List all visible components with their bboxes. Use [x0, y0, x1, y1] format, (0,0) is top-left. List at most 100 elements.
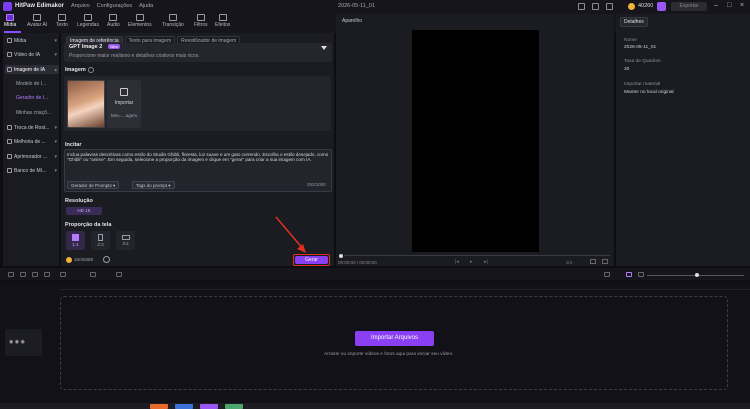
play-icon[interactable]: ▸ [470, 259, 473, 265]
landscape-ratio-icon [121, 235, 130, 240]
ratio-1-1[interactable]: 1:1 [66, 231, 85, 250]
maximize-icon[interactable]: □ [727, 2, 731, 9]
coin-icon [628, 3, 635, 10]
model-description: Proporcione maior realismo e detalhes cr… [69, 53, 200, 59]
app-name: HitPaw Edimakor [15, 3, 65, 9]
timeline-zoom-knob[interactable] [695, 273, 699, 277]
reference-image-thumbnail[interactable] [67, 80, 105, 128]
preview-time: 00:00:00 / 00:00:00 [338, 260, 377, 265]
char-count: 252/1000 [307, 182, 326, 187]
fullscreen-icon[interactable] [602, 259, 608, 264]
link-icon[interactable] [626, 272, 632, 277]
prev-frame-icon[interactable]: |◂ [455, 259, 459, 265]
audio-icon [109, 14, 118, 21]
menu-arquivo[interactable]: Arquivo [71, 3, 90, 9]
preview-playhead[interactable] [339, 254, 343, 258]
frame-icon[interactable] [116, 272, 122, 277]
framerate-label: Taxa de Quadros [624, 59, 661, 64]
preview-zoom[interactable]: 3/4 [566, 260, 572, 265]
name-value: 2026-05-11_01 [624, 45, 657, 50]
refresh-icon[interactable] [103, 256, 110, 263]
nav-aprimorador[interactable]: Aprimorador ... ▾ [5, 152, 59, 161]
redo-icon[interactable] [20, 272, 26, 277]
filters-icon [196, 14, 205, 21]
info-icon[interactable] [88, 67, 94, 73]
import-material-value[interactable]: Manter no local original [624, 90, 674, 95]
menu-configuracoes[interactable]: Configurações [97, 3, 132, 9]
export-button[interactable]: Exportar [671, 2, 707, 11]
library-icon [7, 168, 12, 173]
import-files-button[interactable]: Importar Arquivos [355, 331, 434, 346]
tool-filtros[interactable]: Filtros [194, 14, 208, 28]
prompt-text[interactable]: Inclua palavras descritivas como estilo … [67, 152, 329, 163]
ratio-label: Proporção da tela [65, 222, 112, 228]
nav-sub-modelo[interactable]: Modelo de I... [16, 81, 46, 87]
taskbar-app-icon[interactable] [225, 404, 243, 409]
tool-efeitos[interactable]: Efeitos [215, 14, 230, 28]
chevron-down-icon: ▾ [54, 167, 57, 174]
enhance-icon [7, 139, 12, 144]
ratio-3-2[interactable]: 3:2 [116, 231, 135, 250]
nav-sub-criacoes[interactable]: Minhas criaçõ... [16, 110, 51, 116]
nav-banco-midia[interactable]: Banco de Mí... ▾ [5, 166, 59, 175]
portrait-ratio-icon [98, 234, 103, 241]
video-ai-icon [7, 52, 12, 57]
chevron-down-icon: ▾ [54, 124, 57, 131]
track-controls-icon[interactable]: ◉ ◉ ◉ [9, 339, 25, 345]
nav-midia[interactable]: Mídia ▾ [5, 36, 59, 45]
monitor-icon[interactable] [578, 3, 585, 10]
taskbar-app-icon[interactable] [200, 404, 218, 409]
resolution-label: Resolução [65, 198, 93, 204]
nav-imagem-ia[interactable]: Imagem de IA ▴ [5, 65, 59, 74]
tool-legendas[interactable]: Legendas [77, 14, 99, 28]
next-frame-icon[interactable]: ▸| [484, 259, 488, 265]
zoom-out-icon[interactable] [638, 272, 644, 277]
ratio-2-3[interactable]: 2:3 [91, 231, 110, 250]
tool-audio[interactable]: Áudio [107, 14, 120, 28]
taskbar-app-icon[interactable] [175, 404, 193, 409]
menu-ajuda[interactable]: Ajuda [139, 3, 153, 9]
minimize-icon[interactable]: – [714, 2, 718, 9]
tool-texto[interactable]: Texto [56, 14, 68, 28]
cut-icon[interactable] [60, 272, 66, 277]
prompt-generator-button[interactable]: Gerador de Prompts ▾ [67, 181, 120, 189]
project-title: 2026-05-11_01 [338, 3, 375, 9]
undo-icon[interactable] [8, 272, 14, 277]
tool-elementos[interactable]: Elementos [128, 14, 152, 28]
nav-melhoria[interactable]: Melhoria de ... ▾ [5, 137, 59, 146]
upscale-icon [7, 154, 12, 159]
prompt-tags-button[interactable]: Tags do prompt ▾ [132, 181, 175, 189]
screenshot-icon[interactable] [590, 259, 596, 264]
credit-cost: 10/40260 [74, 257, 94, 262]
nav-sub-gerador[interactable]: Gerador de I... [16, 95, 48, 101]
tool-transicao[interactable]: Transição [162, 14, 184, 28]
timeline-ruler[interactable] [60, 282, 750, 290]
media-icon [6, 14, 15, 21]
preview-progress-track[interactable] [344, 255, 610, 256]
resolution-option[interactable]: HD 1K [66, 207, 102, 215]
import-material-label: Importar material [624, 82, 661, 87]
nav-troca-rosto[interactable]: Troca de Rost... ▾ [5, 123, 59, 132]
import-image-button[interactable]: Importar Meu.....agem [107, 80, 141, 128]
menu-icon[interactable] [606, 3, 613, 10]
nav-video-ia[interactable]: Vídeo de IA ▾ [5, 50, 59, 59]
app-logo-icon [3, 1, 12, 11]
dropdown-arrow-icon[interactable] [321, 46, 327, 50]
taskbar-app-icon[interactable] [150, 404, 168, 409]
mic-icon[interactable] [604, 272, 610, 277]
tool-avatar[interactable]: Avatar AI [27, 14, 47, 28]
square-ratio-icon [72, 234, 79, 241]
premium-icon[interactable] [657, 2, 666, 11]
split-icon[interactable] [44, 272, 50, 277]
crop-icon[interactable] [90, 272, 96, 277]
subtitles-icon [83, 14, 92, 21]
chevron-down-icon: ▾ [54, 37, 57, 44]
chevron-down-icon: ▾ [54, 138, 57, 145]
delete-icon[interactable] [32, 272, 38, 277]
tool-midia[interactable]: Mídia [4, 14, 16, 28]
generate-button[interactable]: Gerar [295, 256, 328, 264]
close-icon[interactable]: × [740, 2, 744, 9]
details-tab[interactable]: Detalhes [620, 17, 648, 27]
chevron-down-icon: ▾ [54, 51, 57, 58]
bell-icon[interactable] [592, 3, 599, 10]
